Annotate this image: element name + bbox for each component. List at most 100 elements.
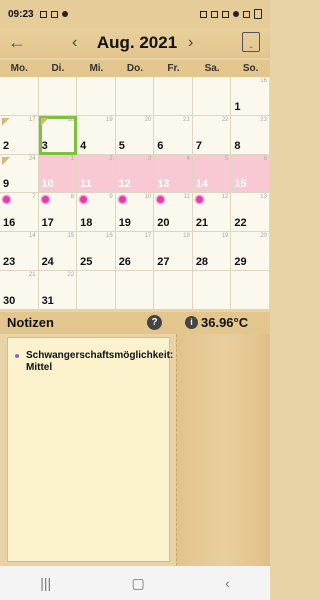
gallery-icon: [39, 10, 47, 18]
info-icon[interactable]: i: [185, 316, 198, 329]
day-cell[interactable]: 31 22: [38, 271, 78, 310]
day-cell[interactable]: [0, 77, 39, 116]
wifi-icon: [233, 11, 239, 17]
day-number: 5: [118, 139, 125, 152]
day-cell[interactable]: 16 7: [0, 193, 39, 233]
day-cell[interactable]: 10 1: [38, 154, 78, 194]
next-month-icon[interactable]: ›: [188, 34, 193, 52]
day-number: 12: [118, 178, 131, 191]
status-right-icons: [200, 9, 262, 19]
note-corner-icon: [2, 156, 10, 165]
day-number: 30: [3, 294, 16, 307]
day-cell[interactable]: 9 24: [0, 154, 39, 194]
day-cell[interactable]: 24 15: [38, 232, 78, 271]
status-left-icons: [39, 10, 68, 18]
cycle-day-number: 19: [221, 233, 229, 240]
day-cell[interactable]: 20 11: [154, 193, 193, 233]
notes-panel[interactable]: Schwangerschaftsmöglichkeit: Mittel: [7, 337, 174, 562]
day-cell[interactable]: 8 23: [231, 115, 270, 155]
calendar-grid: 1 16 2 17 3 18 4 19 5 20 6 21 7 22 8 23 9 24 10 1 11 2 12 3 13 4 1…: [0, 77, 270, 310]
day-cell[interactable]: 4 19: [77, 115, 116, 155]
day-cell[interactable]: 19 10: [115, 193, 155, 233]
day-cell[interactable]: [154, 77, 193, 116]
day-number: 29: [234, 255, 247, 268]
cycle-day-number: 8: [70, 194, 75, 201]
cycle-day-number: 21: [28, 272, 36, 278]
day-number: 3: [41, 139, 48, 152]
status-bar: 09:23: [0, 0, 270, 28]
cycle-day-number: 16: [106, 233, 113, 240]
lock-icon: [200, 10, 207, 18]
day-cell[interactable]: 14 5: [192, 154, 232, 194]
day-cell[interactable]: 2 17: [0, 115, 39, 155]
prev-month-icon[interactable]: ‹: [72, 34, 77, 52]
day-cell[interactable]: [154, 271, 193, 310]
back-icon[interactable]: ‹: [225, 575, 230, 591]
cycle-day-number: 21: [183, 116, 190, 123]
week-row: 2 17 3 18 4 19 5 20 6 21 7 22 8 23: [0, 115, 270, 155]
day-number: 8: [234, 139, 241, 152]
day-cell[interactable]: 5 20: [115, 115, 155, 155]
day-cell[interactable]: 29 20: [231, 232, 270, 271]
day-cell[interactable]: 12 3: [115, 154, 155, 194]
cycle-day-number: 18: [183, 233, 190, 240]
day-cell[interactable]: 27 18: [154, 232, 193, 271]
day-number: 18: [80, 217, 93, 230]
recent-apps-icon[interactable]: |||: [40, 575, 51, 591]
day-cell[interactable]: 15 6: [231, 154, 270, 194]
day-cell[interactable]: 23 14: [0, 232, 39, 271]
day-number: 23: [3, 255, 16, 268]
day-cell[interactable]: [38, 77, 78, 116]
day-cell[interactable]: [77, 77, 116, 116]
day-cell[interactable]: [231, 271, 270, 310]
day-cell[interactable]: 21 12: [192, 193, 232, 233]
note-text: Schwangerschaftsmöglichkeit: Mittel: [26, 350, 174, 373]
photo-icon: [50, 10, 58, 18]
fertility-flower-icon: [80, 196, 88, 204]
notes-header: Notizen ? i 36.96°C: [0, 312, 270, 334]
battery-icon: [254, 9, 262, 19]
day-number: 16: [3, 217, 16, 230]
notification-icon: [61, 11, 68, 17]
fertility-flower-icon: [157, 196, 165, 204]
day-cell[interactable]: 26 17: [115, 232, 155, 271]
day-cell[interactable]: 6 21: [154, 115, 193, 155]
cycle-day-number: 16: [260, 78, 267, 84]
day-cell[interactable]: 18 9: [77, 193, 116, 233]
day-cell[interactable]: 3 18: [38, 115, 78, 155]
day-cell[interactable]: [77, 271, 116, 310]
cycle-day-number: 12: [221, 194, 229, 201]
day-number: 2: [3, 139, 10, 152]
day-cell[interactable]: 22 13: [231, 193, 270, 233]
cycle-day-number: 15: [67, 233, 75, 240]
cycle-day-number: 22: [67, 272, 75, 278]
status-time: 09:23: [8, 8, 34, 20]
note-item: Schwangerschaftsmöglichkeit: Mittel: [15, 350, 174, 374]
help-icon[interactable]: ?: [147, 315, 162, 330]
day-cell[interactable]: 25 16: [77, 232, 116, 271]
day-cell[interactable]: 7 22: [192, 115, 232, 155]
day-cell[interactable]: [192, 77, 232, 116]
week-row: 16 7 17 8 18 9 19 10 20 11 21 12 22 13: [0, 193, 270, 233]
home-icon[interactable]: ▢: [132, 575, 145, 592]
day-cell[interactable]: 13 4: [154, 154, 193, 194]
day-cell[interactable]: 17 8: [38, 193, 78, 233]
day-cell[interactable]: 1 16: [231, 77, 270, 116]
cycle-day-number: 24: [28, 155, 36, 162]
day-cell[interactable]: [192, 271, 232, 310]
day-cell[interactable]: [115, 271, 155, 310]
cycle-day-number: 13: [260, 194, 267, 201]
day-cell[interactable]: 30 21: [0, 271, 39, 310]
day-cell[interactable]: 11 2: [77, 154, 116, 194]
fertility-flower-icon: [118, 196, 126, 204]
cycle-day-number: 19: [106, 116, 113, 123]
day-number: 31: [41, 294, 54, 307]
day-cell[interactable]: [115, 77, 155, 116]
fertility-flower-icon: [41, 196, 49, 204]
calendar-icon[interactable]: ⌁: [242, 32, 260, 52]
day-cell[interactable]: 28 19: [192, 232, 232, 271]
cycle-day-number: 10: [144, 194, 152, 201]
cycle-day-number: 17: [28, 116, 36, 123]
month-title: Aug. 2021: [96, 33, 178, 52]
back-arrow-icon[interactable]: ←: [8, 32, 26, 53]
